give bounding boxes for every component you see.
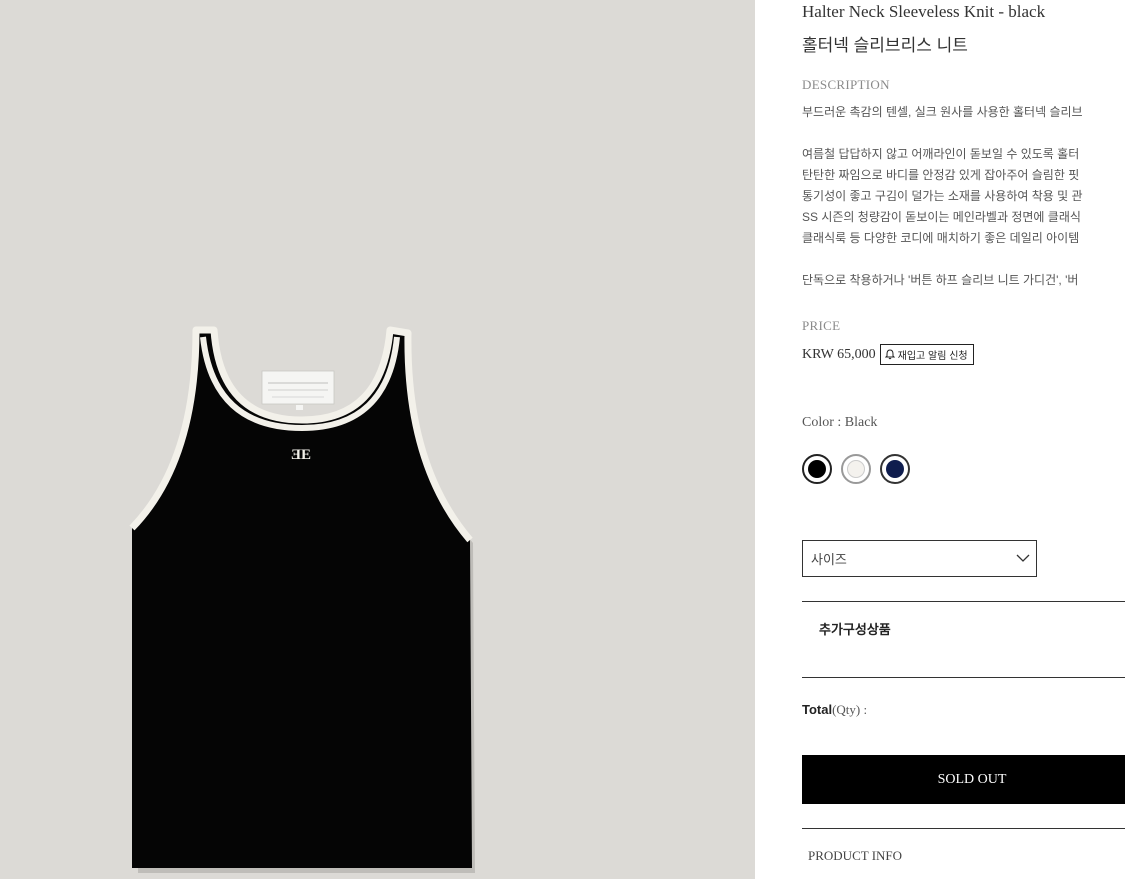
addon-heading: 추가구성상품 — [819, 622, 891, 637]
price-heading: PRICE — [802, 318, 841, 333]
color-swatch-black[interactable] — [802, 454, 832, 484]
color-swatch-white[interactable] — [841, 454, 871, 484]
product-image: ƎE — [129, 326, 475, 873]
description-line: 단독으로 착용하거나 '버튼 하프 슬리브 니트 가디건', '버 — [802, 273, 1079, 287]
bell-icon — [884, 349, 895, 360]
color-label: Color : Black — [802, 415, 878, 430]
color-swatch-navy[interactable] — [880, 454, 910, 484]
size-select-placeholder: 사이즈 — [811, 552, 847, 567]
sold-out-button[interactable]: SOLD OUT — [802, 755, 1125, 804]
total-row: Total(Qty) : — [802, 702, 867, 718]
divider — [802, 677, 1125, 678]
divider — [802, 601, 1125, 602]
description-line: 탄탄한 짜임으로 바디를 안정감 있게 잡아주어 슬림한 핏 — [802, 168, 1080, 182]
description-text: 부드러운 촉감의 텐셀, 실크 원사를 사용한 홀터넥 슬리브 여름철 답답하지… — [802, 102, 1125, 291]
chevron-down-icon — [1016, 554, 1030, 562]
swatch-fill — [847, 460, 865, 478]
total-label: Total — [802, 702, 833, 717]
product-title-en: Halter Neck Sleeveless Knit - black — [802, 2, 1046, 21]
chest-logo: ƎE — [291, 447, 311, 463]
description-heading: DESCRIPTION — [802, 77, 890, 92]
size-select[interactable]: 사이즈 — [802, 540, 1037, 577]
restock-button-label: 재입고 알림 신청 — [897, 351, 968, 362]
product-title-ko: 홀터넥 슬리브리스 니트 — [802, 36, 968, 55]
description-line: 부드러운 촉감의 텐셀, 실크 원사를 사용한 홀터넥 슬리브 — [802, 105, 1083, 119]
swatch-fill — [886, 460, 904, 478]
color-swatches — [802, 454, 910, 484]
total-qty-label: (Qty) : — [832, 702, 868, 717]
neck-label — [261, 370, 335, 405]
product-detail-panel: Halter Neck Sleeveless Knit - black 홀터넥 … — [802, 0, 1125, 879]
description-line: SS 시즌의 청량감이 돋보이는 메인라벨과 정면에 클래식 — [802, 210, 1081, 224]
product-info-tab[interactable]: PRODUCT INFO — [808, 848, 902, 864]
price-value: KRW 65,000 — [802, 346, 876, 362]
product-photo[interactable]: ƎE — [0, 0, 755, 879]
swatch-fill — [808, 460, 826, 478]
restock-alert-button[interactable]: 재입고 알림 신청 — [879, 344, 974, 365]
description-line: 클래식룩 등 다양한 코디에 매치하기 좋은 데일리 아이템 — [802, 231, 1080, 245]
price-row: KRW 65,000 재입고 알림 신청 — [802, 344, 974, 365]
description-line: 통기성이 좋고 구김이 덜가는 소재를 사용하여 착용 및 관 — [802, 189, 1083, 203]
divider — [802, 828, 1125, 829]
description-line: 여름철 답답하지 않고 어깨라인이 돋보일 수 있도록 홀터 — [802, 147, 1080, 161]
tank-top-body — [132, 330, 472, 868]
